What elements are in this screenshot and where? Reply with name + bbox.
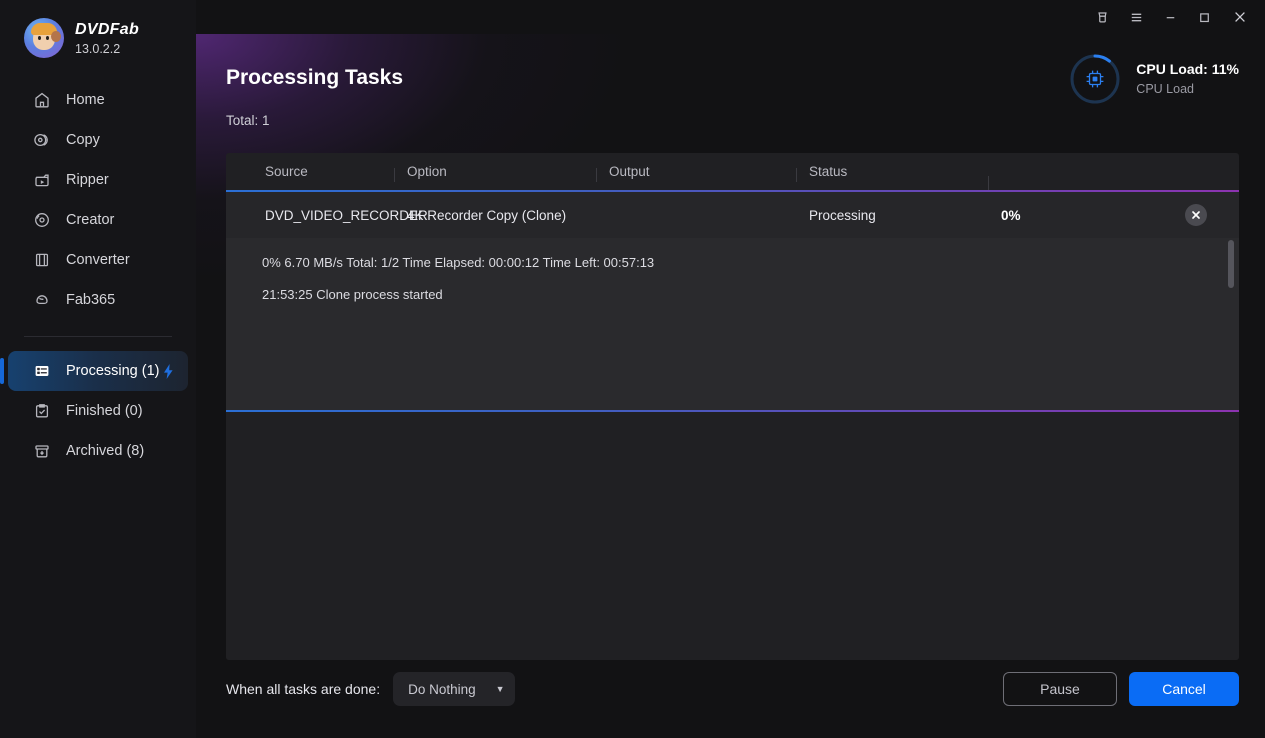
sidebar-item-label: Ripper <box>66 171 109 188</box>
sidebar-item-finished[interactable]: Finished (0) <box>8 391 188 431</box>
table-row[interactable]: DVD_VIDEO_RECORDER 4K Recorder Copy (Clo… <box>226 192 1239 238</box>
brand: DVDFab 13.0.2.2 <box>0 0 196 58</box>
detail-scrollbar[interactable] <box>1228 240 1234 408</box>
chevron-down-icon: ▼ <box>495 683 505 694</box>
cpu-load-label: CPU Load <box>1136 82 1194 96</box>
sidebar-item-copy[interactable]: Copy <box>8 120 188 160</box>
sidebar: DVDFab 13.0.2.2 Home Copy Ripper Creator… <box>0 0 196 738</box>
brand-name: DVDFab <box>75 20 140 38</box>
column-header-status[interactable]: Status <box>796 164 1001 182</box>
when-done-label: When all tasks are done: <box>226 681 381 697</box>
sidebar-divider <box>24 336 172 337</box>
task-detail: 0% 6.70 MB/s Total: 1/2 Time Elapsed: 00… <box>226 238 1239 410</box>
cpu-load-widget: CPU Load: 11% CPU Load <box>1068 52 1239 106</box>
dvdfab-window: DVDFab 13.0.2.2 Home Copy Ripper Creator… <box>0 0 1265 738</box>
content-area: Processing Tasks Total: 1 CPU Load: 11% … <box>196 0 1265 738</box>
sidebar-item-processing[interactable]: Processing (1) <box>0 351 188 391</box>
copy-disc-icon <box>32 131 51 150</box>
processing-list-icon <box>32 362 51 381</box>
panel-empty-area <box>226 412 1239 660</box>
theme-icon[interactable] <box>1085 4 1119 30</box>
brand-version: 13.0.2.2 <box>75 41 121 56</box>
cpu-load-value: CPU Load: 11% <box>1136 61 1239 77</box>
menu-icon[interactable] <box>1119 4 1153 30</box>
cancel-task-icon[interactable] <box>1185 204 1207 226</box>
sidebar-item-label: Fab365 <box>66 291 116 308</box>
column-header-output-label: Output <box>609 164 650 179</box>
pause-button[interactable]: Pause <box>1003 672 1117 706</box>
sidebar-item-fab365[interactable]: Fab365 <box>8 280 188 320</box>
converter-film-icon <box>32 251 51 270</box>
lightning-bolt-icon <box>161 363 176 380</box>
sidebar-item-label: Finished (0) <box>66 402 143 419</box>
sidebar-item-label: Home <box>66 91 105 108</box>
column-header-status-label: Status <box>809 164 848 179</box>
task-detail-stats: 0% 6.70 MB/s Total: 1/2 Time Elapsed: 00… <box>262 255 655 270</box>
column-header-output[interactable]: Output <box>596 164 809 182</box>
sidebar-item-converter[interactable]: Converter <box>8 240 188 280</box>
maximize-icon[interactable] <box>1187 4 1221 30</box>
clipboard-check-icon <box>32 402 51 421</box>
column-header-option-label: Option <box>407 164 447 179</box>
task-progress-percent: 0% <box>1001 207 1021 223</box>
sidebar-item-home[interactable]: Home <box>8 80 188 120</box>
cpu-load-ring <box>1068 52 1122 106</box>
task-status: Processing <box>809 207 876 223</box>
task-panel: Source Option Output Status DVD_VIDEO_RE… <box>226 153 1239 660</box>
when-done-dropdown[interactable]: Do Nothing ▼ <box>393 672 515 706</box>
total-count: Total: 1 <box>226 113 270 128</box>
column-header-option[interactable]: Option <box>394 164 609 182</box>
sidebar-item-label: Copy <box>66 131 100 148</box>
sidebar-item-label: Creator <box>66 211 115 228</box>
task-detail-log: 21:53:25 Clone process started <box>262 287 443 302</box>
sidebar-item-label: Archived (8) <box>66 442 145 459</box>
cancel-button[interactable]: Cancel <box>1129 672 1239 706</box>
when-done-value: Do Nothing <box>408 681 476 697</box>
minimize-icon[interactable] <box>1153 4 1187 30</box>
creator-disc-icon <box>32 211 51 230</box>
sidebar-item-archived[interactable]: Archived (8) <box>8 431 188 471</box>
task-source: DVD_VIDEO_RECORDER <box>265 207 428 223</box>
fab365-icon <box>32 291 51 310</box>
home-icon <box>32 91 51 110</box>
sidebar-item-ripper[interactable]: Ripper <box>8 160 188 200</box>
task-option: 4K Recorder Copy (Clone) <box>407 207 567 223</box>
ripper-icon <box>32 171 51 190</box>
bottom-bar: When all tasks are done: Do Nothing ▼ Pa… <box>226 668 1239 710</box>
title-bar <box>196 0 1265 34</box>
table-header: Source Option Output Status <box>226 153 1239 190</box>
archive-box-icon <box>32 442 51 461</box>
column-header-source[interactable]: Source <box>226 164 407 179</box>
cpu-chip-icon <box>1084 68 1106 90</box>
sidebar-item-label: Processing (1) <box>66 362 160 379</box>
close-icon[interactable] <box>1223 4 1257 30</box>
detail-scrollbar-thumb[interactable] <box>1228 240 1234 288</box>
sidebar-item-label: Converter <box>66 251 130 268</box>
main-nav: Home Copy Ripper Creator Converter Fab36… <box>0 80 196 471</box>
dvdfab-mascot-logo <box>24 18 64 58</box>
sidebar-item-creator[interactable]: Creator <box>8 200 188 240</box>
